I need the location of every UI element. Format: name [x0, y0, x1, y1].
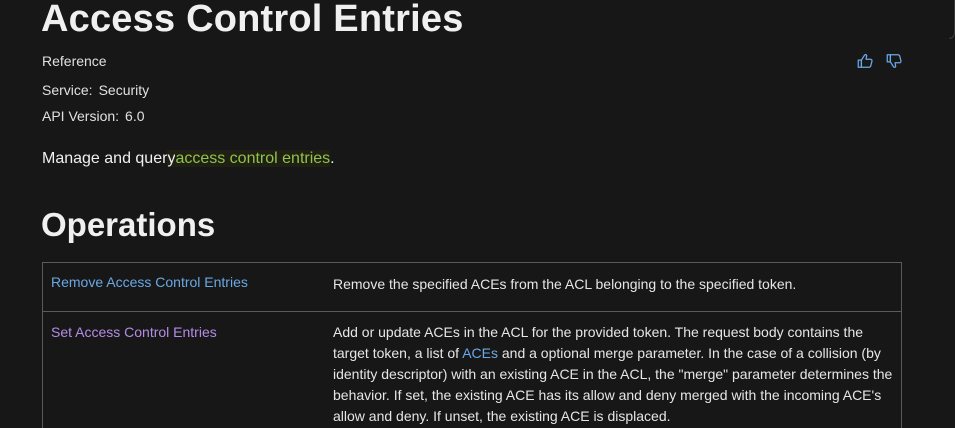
- service-info: Service: Security: [42, 81, 149, 99]
- remove-access-control-entries-link[interactable]: Remove Access Control Entries: [43, 274, 248, 290]
- scrollbar-edge[interactable]: [949, 0, 955, 39]
- table-row: Remove Access Control Entries Remove the…: [43, 263, 902, 312]
- access-control-entries-link[interactable]: access control entries: [175, 150, 331, 167]
- operation-description: Add or update ACEs in the ACL for the pr…: [333, 311, 902, 428]
- thumbs-up-icon: [857, 54, 873, 68]
- operations-table: Remove Access Control Entries Remove the…: [42, 262, 902, 428]
- api-version-label: API Version:: [42, 108, 120, 124]
- table-row: Set Access Control Entries Add or update…: [42, 311, 902, 428]
- page-title: Access Control Entries: [41, 0, 464, 40]
- page: Access Control Entries Reference Service…: [0, 0, 955, 428]
- thumbs-down-icon: [886, 54, 902, 68]
- aces-link[interactable]: ACEs: [462, 345, 498, 361]
- api-version-value: 6.0: [125, 108, 145, 124]
- operation-description: Remove the specified ACEs from the ACL b…: [333, 276, 797, 292]
- set-access-control-entries-link[interactable]: Set Access Control Entries: [43, 324, 217, 340]
- summary-prefix: Manage and quer: [42, 150, 168, 167]
- thumbs-up-button[interactable]: [855, 51, 875, 71]
- page-summary: Manage and queryaccess control entries.: [42, 148, 335, 170]
- service-label: Service:: [42, 82, 93, 98]
- doc-type: Reference: [42, 53, 107, 69]
- summary-suffix: .: [330, 150, 335, 167]
- operation-name-cell: Set Access Control Entries: [42, 311, 333, 428]
- thumbs-down-button[interactable]: [884, 51, 904, 71]
- operations-heading: Operations: [41, 206, 216, 243]
- api-version-info: API Version: 6.0: [42, 107, 145, 125]
- service-value: Security: [98, 82, 150, 98]
- operation-name-cell: Remove Access Control Entries: [43, 263, 334, 312]
